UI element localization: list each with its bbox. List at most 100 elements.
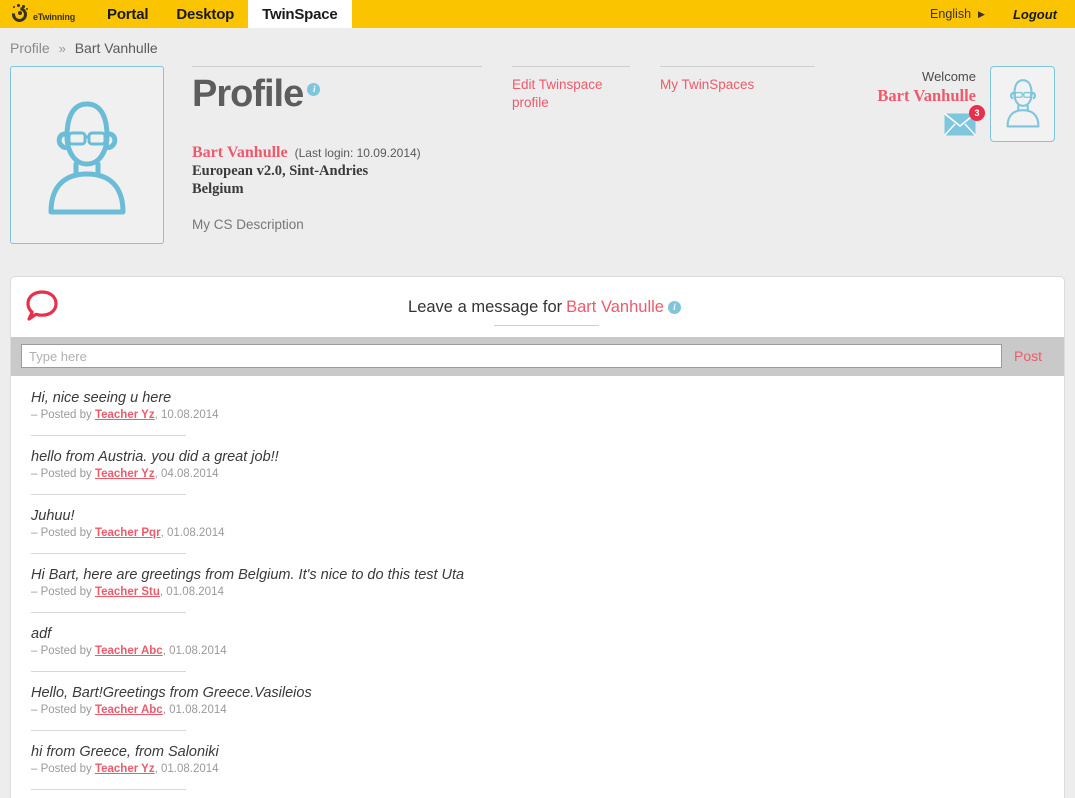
message-divider <box>31 435 186 436</box>
message-meta: – Posted by Teacher Yz, 01.08.2014 <box>31 763 1064 775</box>
mini-avatar[interactable] <box>990 66 1055 142</box>
welcome-block: Welcome Bart Vanhulle 3 <box>877 66 1055 142</box>
breadcrumb: Profile » Bart Vanhulle <box>0 28 1075 66</box>
posted-by-label: – Posted by <box>31 586 95 598</box>
message-text: Hi, nice seeing u here <box>31 390 172 406</box>
person-avatar-icon <box>999 74 1047 135</box>
profile-country: Belgium <box>192 181 244 198</box>
posted-by-label: – Posted by <box>31 468 95 480</box>
list-item: hi from Greece, from Saloniki – Posted by… <box>31 744 1064 790</box>
caret-right-icon: ▶ <box>978 8 985 19</box>
message-divider <box>31 730 186 731</box>
message-meta: – Posted by Teacher Pqr, 01.08.2014 <box>31 527 1064 539</box>
tab-twinspace[interactable]: TwinSpace <box>248 0 352 28</box>
welcome-text: Welcome Bart Vanhulle 3 <box>877 66 985 141</box>
message-text: hello from Austria. you did a great job!… <box>31 449 279 465</box>
breadcrumb-profile[interactable]: Profile <box>10 40 50 56</box>
message-author-link[interactable]: Teacher Stu <box>95 586 160 598</box>
profile-organisation: European v2.0, Sint-Andries <box>192 162 369 179</box>
list-item: Hi Bart, here are greetings from Belgium… <box>31 567 1064 613</box>
message-date: , 01.08.2014 <box>162 645 227 657</box>
profile-name: Bart Vanhulle <box>192 143 288 161</box>
message-date: , 01.08.2014 <box>154 763 219 775</box>
welcome-user-name: Bart Vanhulle <box>877 86 976 105</box>
breadcrumb-current: Bart Vanhulle <box>74 40 158 56</box>
messages-panel: Leave a message for Bart Vanhulle i Post… <box>10 276 1065 798</box>
main-tabs: Portal Desktop TwinSpace <box>93 0 352 28</box>
profile-name-row: Bart Vanhulle (Last login: 10.09.2014) <box>192 144 1065 162</box>
posted-by-label: – Posted by <box>31 763 95 775</box>
message-author-link[interactable]: Teacher Pqr <box>95 527 161 539</box>
messages-heading: Leave a message for Bart Vanhulle i <box>39 298 1050 317</box>
page-title: Profile i <box>192 73 482 115</box>
breadcrumb-separator: » <box>58 41 66 56</box>
welcome-label: Welcome <box>922 69 976 84</box>
info-icon[interactable]: i <box>667 300 681 314</box>
message-text: Hi Bart, here are greetings from Belgium… <box>31 567 465 583</box>
page-title-text: Profile <box>192 73 304 115</box>
message-divider <box>31 789 186 790</box>
messages-button[interactable]: 3 <box>943 105 985 141</box>
message-meta: – Posted by Teacher Abc, 01.08.2014 <box>31 704 1064 716</box>
edit-twinspace-profile-column: Edit Twinspace profile <box>512 66 630 115</box>
list-item: Hello, Bart!Greetings from Greece.Vasile… <box>31 685 1064 731</box>
message-meta: – Posted by Teacher Yz, 10.08.2014 <box>31 409 1064 421</box>
message-divider <box>31 494 186 495</box>
message-text: Juhuu! <box>31 508 75 524</box>
list-item: adf – Posted by Teacher Abc, 01.08.2014 <box>31 626 1064 672</box>
message-date: , 01.08.2014 <box>162 704 227 716</box>
messages-heading-prefix: Leave a message for <box>408 297 563 316</box>
etwinning-logo-text: eTwinning <box>33 11 76 22</box>
message-author-link[interactable]: Teacher Abc <box>95 645 163 657</box>
list-item: Juhuu! – Posted by Teacher Pqr, 01.08.201… <box>31 508 1064 554</box>
message-text: adf <box>31 626 52 642</box>
my-twinspaces-column: My TwinSpaces <box>660 66 815 115</box>
edit-twinspace-profile-link[interactable]: Edit Twinspace profile <box>512 76 630 112</box>
posted-by-label: – Posted by <box>31 409 95 421</box>
messages-panel-header: Leave a message for Bart Vanhulle i <box>11 277 1064 337</box>
message-date: , 01.08.2014 <box>159 586 224 598</box>
logout-link[interactable]: Logout <box>1013 7 1057 22</box>
tab-desktop[interactable]: Desktop <box>162 0 248 28</box>
unread-count-badge: 3 <box>969 105 985 121</box>
message-author-link[interactable]: Teacher Yz <box>95 409 155 421</box>
message-divider <box>31 612 186 613</box>
language-label: English <box>930 7 972 21</box>
profile-section: Profile i Edit Twinspace profile My Twin… <box>0 66 1075 276</box>
message-divider <box>31 553 186 554</box>
message-meta: – Posted by Teacher Yz, 04.08.2014 <box>31 468 1064 480</box>
posted-by-label: – Posted by <box>31 527 95 539</box>
etwinning-logo[interactable]: eTwinning <box>0 0 81 28</box>
posted-by-label: – Posted by <box>31 645 95 657</box>
etwinning-logo-icon <box>9 4 30 25</box>
heading-underline <box>494 325 599 326</box>
compose-row: Post <box>11 337 1064 376</box>
message-list: Hi, nice seeing u here – Posted by Teache… <box>11 376 1064 798</box>
message-date: , 04.08.2014 <box>154 468 219 480</box>
post-button[interactable]: Post <box>1014 348 1054 364</box>
profile-description: My CS Description <box>192 217 304 233</box>
info-icon[interactable]: i <box>307 83 321 96</box>
my-twinspaces-link[interactable]: My TwinSpaces <box>660 76 815 94</box>
envelope-icon <box>943 112 977 140</box>
tab-portal[interactable]: Portal <box>93 0 162 28</box>
profile-main: Profile i Edit Twinspace profile My Twin… <box>164 66 1065 276</box>
message-input[interactable] <box>21 344 1002 368</box>
message-text: hi from Greece, from Saloniki <box>31 744 219 760</box>
topbar-right-group: English ▶ Logout <box>930 0 1075 28</box>
message-meta: – Posted by Teacher Abc, 01.08.2014 <box>31 645 1064 657</box>
list-item: hello from Austria. you did a great job!… <box>31 449 1064 495</box>
message-text: Hello, Bart!Greetings from Greece.Vasile… <box>31 685 312 701</box>
message-author-link[interactable]: Teacher Yz <box>95 468 155 480</box>
message-author-link[interactable]: Teacher Yz <box>95 763 155 775</box>
language-selector[interactable]: English ▶ <box>930 7 985 21</box>
profile-avatar <box>10 66 164 244</box>
profile-last-login: (Last login: 10.09.2014) <box>294 145 421 160</box>
profile-details: Bart Vanhulle (Last login: 10.09.2014) E… <box>192 144 1065 232</box>
list-item: Hi, nice seeing u here – Posted by Teache… <box>31 390 1064 436</box>
posted-by-label: – Posted by <box>31 704 95 716</box>
person-avatar-icon <box>31 90 143 220</box>
messages-heading-name: Bart Vanhulle <box>566 297 664 316</box>
message-date: , 01.08.2014 <box>160 527 225 539</box>
message-author-link[interactable]: Teacher Abc <box>95 704 163 716</box>
